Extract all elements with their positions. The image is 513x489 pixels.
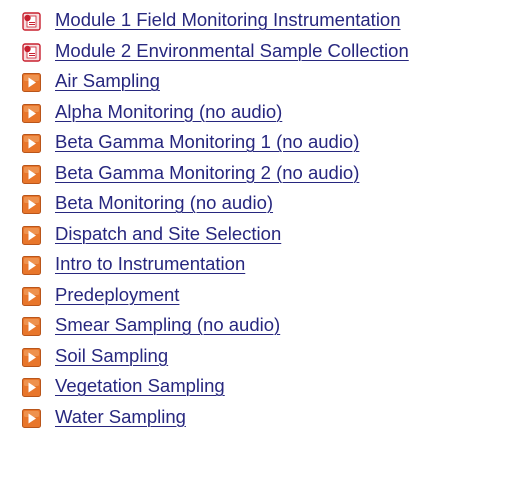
list-item: Beta Monitoring (no audio): [0, 189, 513, 220]
list-item: Module 2 Environmental Sample Collection: [0, 37, 513, 68]
video-play-icon: [21, 377, 42, 398]
resource-link[interactable]: Dispatch and Site Selection: [55, 223, 281, 245]
video-play-icon: [21, 194, 42, 215]
document-icon: [21, 42, 42, 63]
document-icon: [21, 11, 42, 32]
video-play-icon: [21, 72, 42, 93]
video-play-icon: [21, 225, 42, 246]
video-play-icon: [21, 408, 42, 429]
resource-link[interactable]: Beta Gamma Monitoring 1 (no audio): [55, 131, 359, 153]
video-play-icon: [21, 286, 42, 307]
video-play-icon: [21, 103, 42, 124]
list-item: Soil Sampling: [0, 342, 513, 373]
list-item: Module 1 Field Monitoring Instrumentatio…: [0, 6, 513, 37]
resource-link[interactable]: Smear Sampling (no audio): [55, 314, 280, 336]
list-item: Air Sampling: [0, 67, 513, 98]
list-item: Beta Gamma Monitoring 2 (no audio): [0, 159, 513, 190]
list-item: Alpha Monitoring (no audio): [0, 98, 513, 129]
video-play-icon: [21, 255, 42, 276]
video-play-icon: [21, 164, 42, 185]
resource-link[interactable]: Soil Sampling: [55, 345, 168, 367]
resource-link[interactable]: Intro to Instrumentation: [55, 253, 245, 275]
video-play-icon: [21, 133, 42, 154]
resource-link[interactable]: Air Sampling: [55, 70, 160, 92]
video-play-icon: [21, 316, 42, 337]
resource-link-list: Module 1 Field Monitoring Instrumentatio…: [0, 6, 513, 433]
resource-link[interactable]: Module 2 Environmental Sample Collection: [55, 40, 409, 62]
list-item: Beta Gamma Monitoring 1 (no audio): [0, 128, 513, 159]
resource-link[interactable]: Alpha Monitoring (no audio): [55, 101, 282, 123]
list-item: Smear Sampling (no audio): [0, 311, 513, 342]
list-item: Vegetation Sampling: [0, 372, 513, 403]
list-item: Dispatch and Site Selection: [0, 220, 513, 251]
resource-link[interactable]: Module 1 Field Monitoring Instrumentatio…: [55, 9, 401, 31]
resource-link[interactable]: Vegetation Sampling: [55, 375, 225, 397]
resource-link[interactable]: Water Sampling: [55, 406, 186, 428]
list-item: Predeployment: [0, 281, 513, 312]
video-play-icon: [21, 347, 42, 368]
list-item: Water Sampling: [0, 403, 513, 434]
list-item: Intro to Instrumentation: [0, 250, 513, 281]
resource-link[interactable]: Predeployment: [55, 284, 179, 306]
resource-link[interactable]: Beta Monitoring (no audio): [55, 192, 273, 214]
resource-link[interactable]: Beta Gamma Monitoring 2 (no audio): [55, 162, 359, 184]
